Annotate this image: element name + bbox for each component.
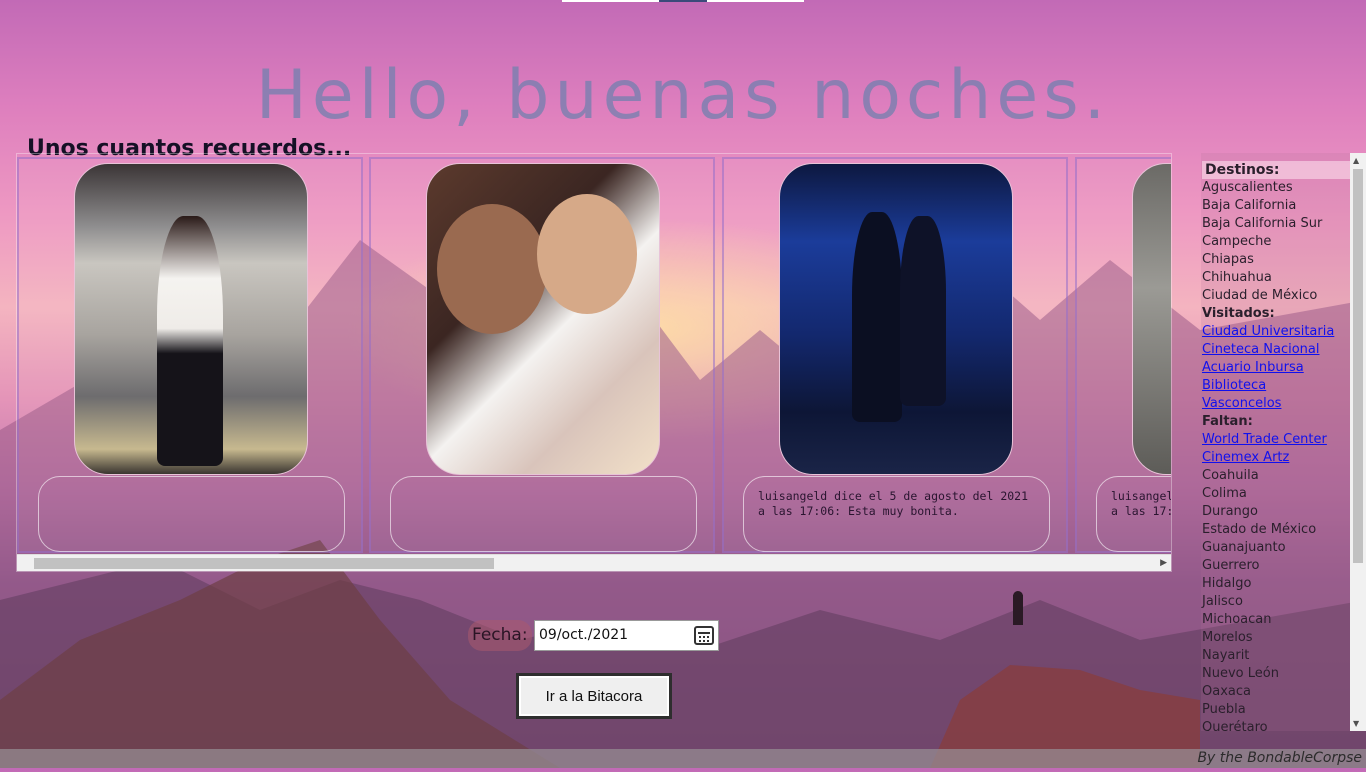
- date-label: Fecha:: [468, 620, 532, 651]
- visited-link[interactable]: Biblioteca: [1202, 378, 1266, 393]
- destination-item: Puebla: [1202, 702, 1246, 717]
- page-greeting: Hello, buenas noches.: [255, 55, 1111, 135]
- gallery-horizontal-scrollbar[interactable]: ▶: [17, 554, 1171, 571]
- memory-comment: luisangeld dice el 5 de agosto del 2021 …: [1096, 476, 1171, 552]
- memory-comment: [38, 476, 345, 552]
- footer-credit: By the BondableCorpse: [0, 749, 1366, 768]
- scrollbar-thumb[interactable]: [34, 558, 494, 569]
- destination-item: Campeche: [1202, 234, 1272, 249]
- calendar-icon[interactable]: [694, 626, 714, 645]
- destinations-list: Destinos: Aguscalientes Baja California …: [1202, 161, 1350, 731]
- destination-item: Guanajuanto: [1202, 540, 1286, 555]
- visited-link[interactable]: Vasconcelos: [1202, 396, 1281, 411]
- date-value: 09/oct./2021: [539, 627, 629, 643]
- destination-item: Hidalgo: [1202, 576, 1252, 591]
- visitados-heading: Visitados:: [1202, 306, 1275, 321]
- destinations-sidebar[interactable]: Destinos: Aguscalientes Baja California …: [1201, 153, 1366, 731]
- destination-item: Baja California Sur: [1202, 216, 1323, 231]
- memory-comment: [390, 476, 697, 552]
- scroll-right-arrow-icon[interactable]: ▶: [1160, 558, 1167, 568]
- faltan-heading: Faltan:: [1202, 414, 1253, 429]
- memories-gallery[interactable]: luisangeld dice el 5 de agosto del 2021 …: [16, 153, 1172, 572]
- destination-item: Nayarit: [1202, 648, 1250, 663]
- pending-link[interactable]: Cinemex Artz: [1202, 450, 1289, 465]
- scroll-down-arrow-icon[interactable]: ▼: [1353, 719, 1359, 728]
- destination-item: Aguscalientes: [1202, 180, 1293, 195]
- memory-card: [369, 157, 715, 553]
- destination-item: Baja California: [1202, 198, 1297, 213]
- destination-item: Oaxaca: [1202, 684, 1251, 699]
- sidebar-vertical-scrollbar[interactable]: ▲ ▼: [1350, 153, 1366, 731]
- memory-photo[interactable]: [426, 163, 660, 475]
- destination-item: Michoacan: [1202, 612, 1272, 627]
- destination-item: Guerrero: [1202, 558, 1260, 573]
- destination-item: Querétaro: [1202, 720, 1268, 731]
- destination-item: Chihuahua: [1202, 270, 1272, 285]
- destination-item: Nuevo León: [1202, 666, 1279, 681]
- destinos-heading: Destinos:: [1202, 161, 1350, 179]
- destination-item: Morelos: [1202, 630, 1253, 645]
- memory-card: luisangeld dice el 5 de agosto del 2021 …: [1075, 157, 1171, 553]
- destination-item: Colima: [1202, 486, 1247, 501]
- date-input[interactable]: 09/oct./2021: [534, 620, 719, 651]
- destination-item: Durango: [1202, 504, 1259, 519]
- scroll-up-arrow-icon[interactable]: ▲: [1353, 156, 1359, 165]
- memory-card: [17, 157, 363, 553]
- visited-link[interactable]: Cineteca Nacional: [1202, 342, 1320, 357]
- top-progress-strip: [562, 0, 804, 2]
- destination-item: Estado de México: [1202, 522, 1317, 537]
- go-to-log-button[interactable]: Ir a la Bitacora: [516, 673, 672, 719]
- destination-item: Jalisco: [1202, 594, 1243, 609]
- destination-item: Chiapas: [1202, 252, 1254, 267]
- visited-link[interactable]: Acuario Inbursa: [1202, 360, 1304, 375]
- memory-comment: luisangeld dice el 5 de agosto del 2021 …: [743, 476, 1050, 552]
- pending-link[interactable]: World Trade Center: [1202, 432, 1327, 447]
- destination-item: Coahuila: [1202, 468, 1259, 483]
- scrollbar-thumb[interactable]: [1353, 169, 1363, 563]
- memory-photo[interactable]: [74, 163, 308, 475]
- destination-item: Ciudad de México: [1202, 288, 1318, 303]
- visited-link[interactable]: Ciudad Universitaria: [1202, 324, 1334, 339]
- gallery-track: luisangeld dice el 5 de agosto del 2021 …: [17, 154, 1171, 556]
- memory-photo[interactable]: [779, 163, 1013, 475]
- memory-photo[interactable]: [1132, 163, 1171, 475]
- memory-card: luisangeld dice el 5 de agosto del 2021 …: [722, 157, 1068, 553]
